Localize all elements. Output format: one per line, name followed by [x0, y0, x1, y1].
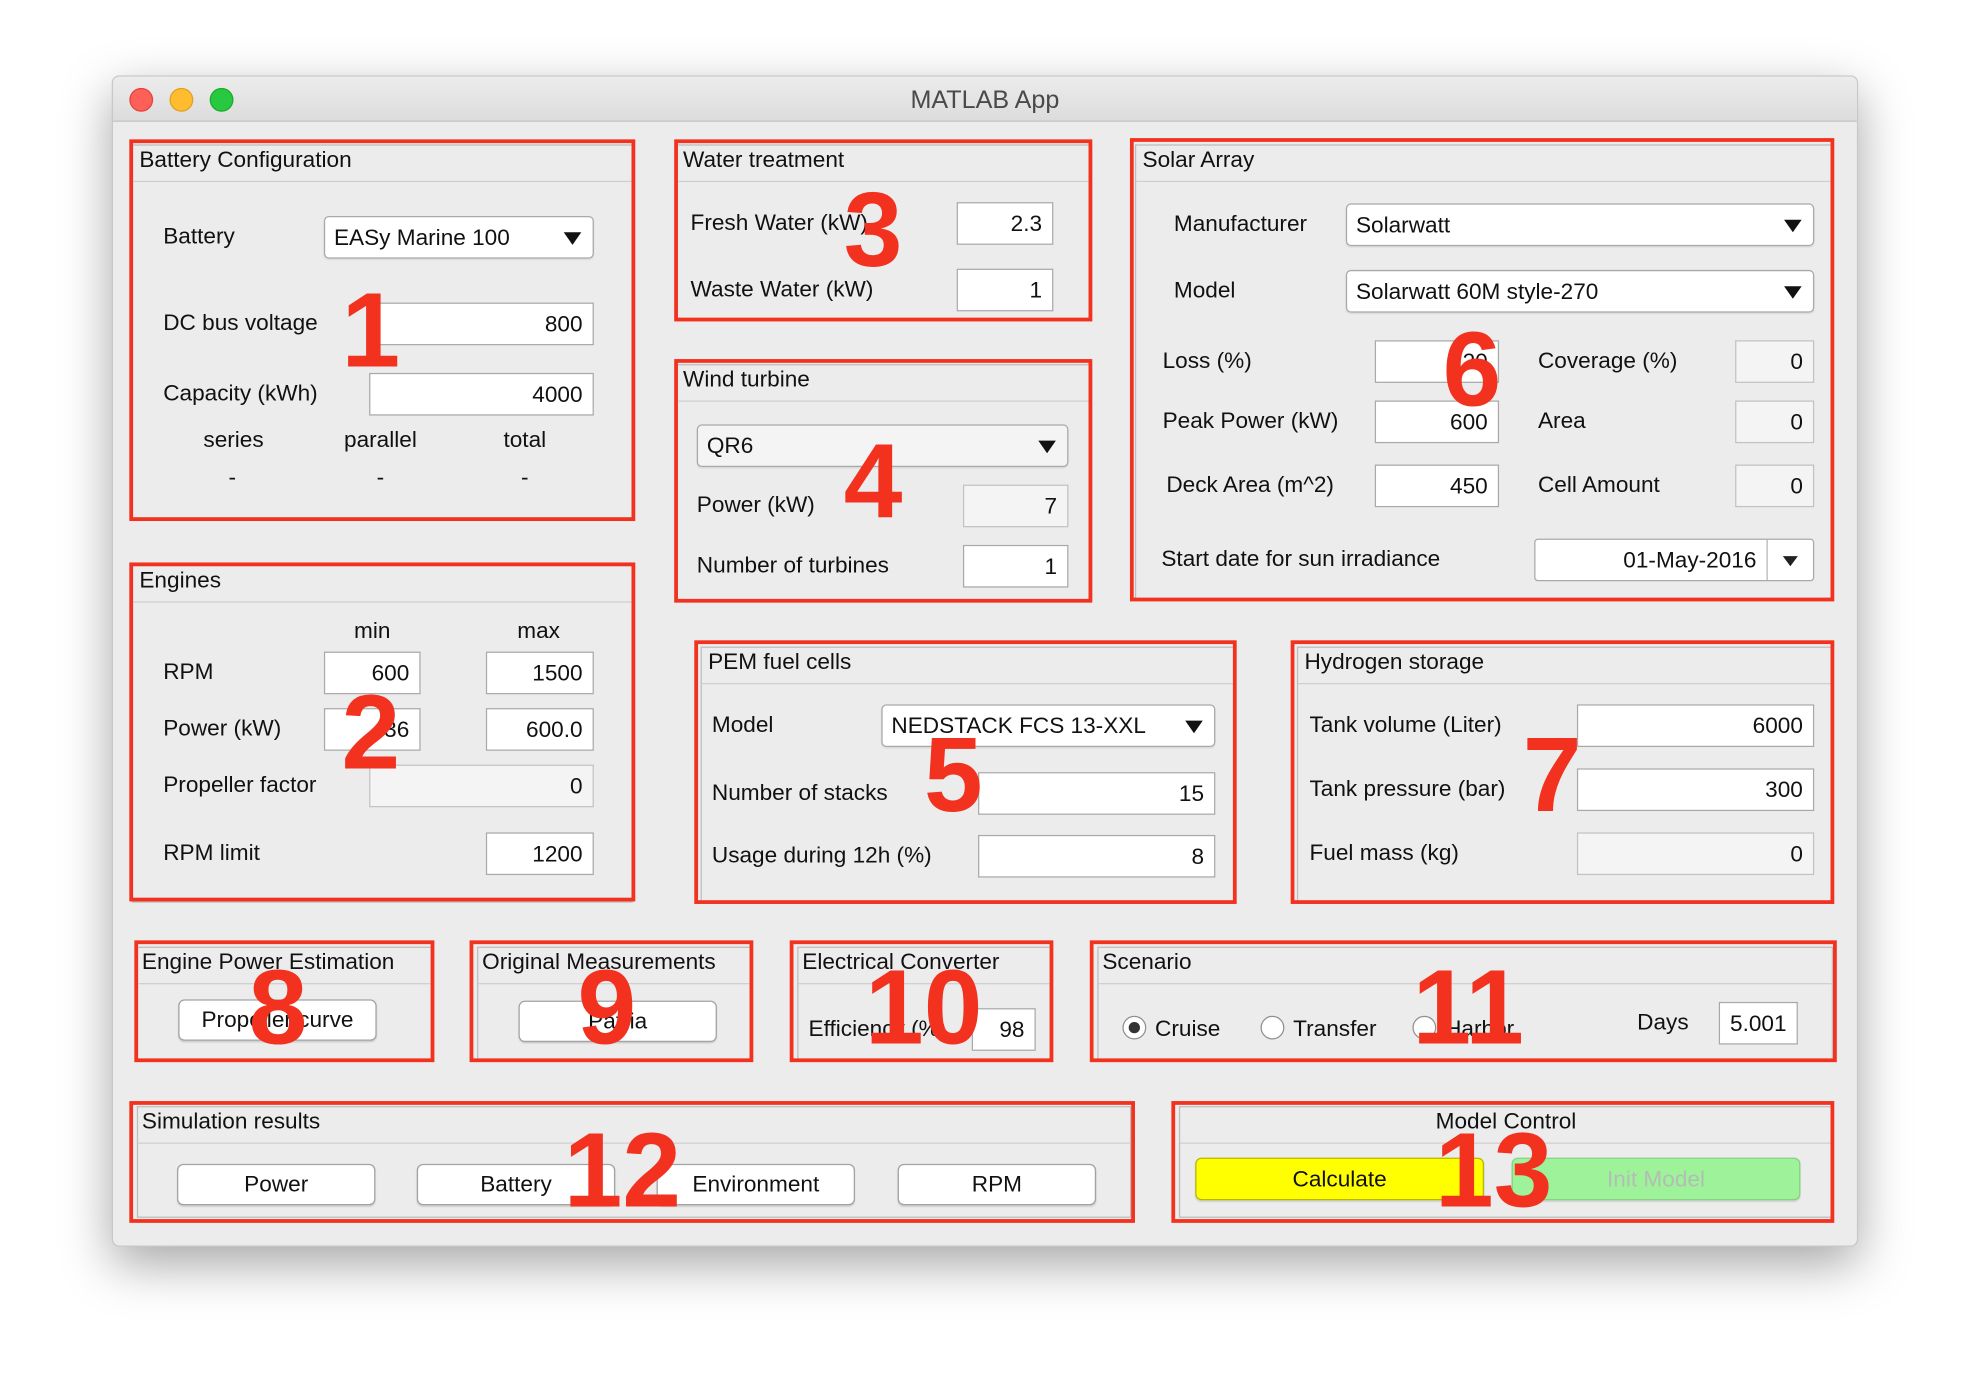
- annotation-number-7: 7: [1522, 715, 1582, 834]
- annotation-number-4: 4: [843, 421, 903, 540]
- annotation-number-3: 3: [843, 170, 903, 289]
- annotation-number-9: 9: [577, 947, 637, 1066]
- title-bar: MATLAB App: [112, 76, 1857, 122]
- annotation-number-12: 12: [563, 1111, 682, 1230]
- annotation-number-13: 13: [1435, 1111, 1553, 1230]
- annotation-number-11: 11: [1412, 947, 1524, 1066]
- annotation-number-10: 10: [865, 947, 983, 1066]
- annotation-number-8: 8: [248, 947, 308, 1066]
- annotation-number-5: 5: [924, 715, 983, 834]
- window-title: MATLAB App: [910, 86, 1060, 115]
- annotation-number-6: 6: [1442, 310, 1502, 429]
- annotation-number-1: 1: [341, 271, 401, 390]
- annotation-number-2: 2: [341, 672, 401, 791]
